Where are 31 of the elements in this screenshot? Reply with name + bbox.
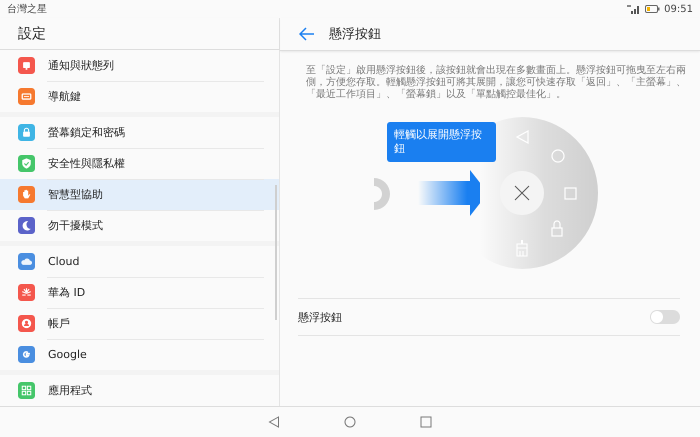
signal-icon [627, 4, 642, 14]
home-icon[interactable] [344, 416, 356, 428]
sidebar-item[interactable]: 安全性與隱私權 [0, 148, 279, 179]
toggle-switch[interactable] [650, 310, 680, 324]
tooltip: 輕觸以展開懸浮按鈕 [387, 122, 496, 162]
description-text: 至「設定」啟用懸浮按鈕後，該按鈕就會出現在多數畫面上。懸浮按鈕可拖曳至左右兩側，方便您存取。輕觸懸浮按鈕可將其展開，讓您可快速存取「返回」、「主螢幕」、「最近工作項目」、「螢幕鎖」以及「單點觸控最佳化」。 [306, 65, 686, 101]
setting-label: 懸浮按鈕 [298, 310, 342, 324]
sidebar-item[interactable]: Google [0, 339, 279, 370]
sidebar-item[interactable]: 導航鍵 [0, 81, 279, 112]
sidebar-item[interactable]: 螢幕鎖定和密碼 [0, 117, 279, 148]
sidebar-item[interactable]: 通知與狀態列 [0, 50, 279, 81]
floating-ball-drawing [374, 178, 390, 210]
sidebar-item[interactable]: 應用程式 [0, 375, 279, 406]
battery-icon [645, 5, 660, 13]
lock-icon [551, 220, 563, 237]
recents-icon[interactable] [420, 416, 432, 428]
back-arrow-icon[interactable] [299, 27, 315, 41]
clock-time: 09:51 [664, 4, 693, 14]
back-icon[interactable] [268, 416, 280, 428]
back-icon [516, 130, 529, 144]
brush-icon [516, 240, 528, 257]
sidebar-item[interactable]: 帳戶 [0, 308, 279, 339]
settings-title: 設定 [18, 24, 46, 42]
carrier-name: 台灣之星 [7, 2, 47, 16]
sidebar-item[interactable]: 華為 ID [0, 277, 279, 308]
sidebar-item[interactable]: Cloud [0, 246, 279, 277]
sidebar-item[interactable]: 智慧型協助 [0, 179, 279, 210]
home-icon [551, 149, 565, 163]
page-title: 懸浮按鈕 [329, 26, 381, 43]
recents-icon [564, 187, 577, 200]
sidebar-item[interactable]: 勿干擾模式 [0, 210, 279, 241]
